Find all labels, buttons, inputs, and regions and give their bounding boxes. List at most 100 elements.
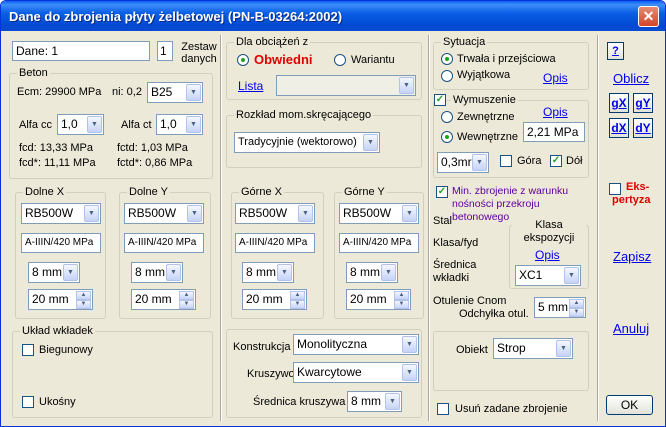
spin-down-icon[interactable]: ▼: [76, 300, 91, 309]
help-button[interactable]: ?: [607, 42, 624, 60]
obiekt-select[interactable]: Strop ▼: [493, 338, 573, 359]
separator-left: [220, 35, 222, 421]
gorne-y-cover-spinner[interactable]: 20 mm ▲ ▼: [346, 289, 411, 310]
chevron-down-icon[interactable]: ▼: [381, 264, 396, 281]
ekspertyza-label-2: pertyza: [612, 194, 651, 206]
chevron-down-icon[interactable]: ▼: [385, 393, 400, 410]
wariantu-radio[interactable]: [334, 54, 346, 66]
chevron-down-icon[interactable]: ▼: [84, 205, 99, 222]
chevron-down-icon[interactable]: ▼: [277, 264, 292, 281]
chevron-down-icon[interactable]: ▼: [87, 116, 102, 133]
dolne-x-diameter-select[interactable]: 8 mm ▼: [28, 262, 80, 283]
dolne-y-steel-select[interactable]: RB500W ▼: [124, 203, 204, 224]
spin-up-icon[interactable]: ▲: [290, 291, 305, 300]
dolne-x-steel-select[interactable]: RB500W ▼: [21, 203, 101, 224]
min-zbrojenie-checkbox[interactable]: ✓: [436, 186, 448, 198]
spin-up-icon[interactable]: ▲: [179, 291, 194, 300]
obwiedni-label: Obwiedni: [254, 52, 313, 67]
gorne-x-steel-select[interactable]: RB500W ▼: [235, 203, 315, 224]
oblicz-button[interactable]: Oblicz: [613, 71, 649, 86]
chevron-down-icon[interactable]: ▼: [166, 264, 181, 281]
ekspozycja-select[interactable]: XC1 ▼: [515, 265, 581, 286]
spin-down-icon[interactable]: ▼: [569, 308, 584, 317]
konstrukcja-select[interactable]: Monolityczna ▼: [293, 334, 419, 355]
gorne-x-cover-value: 20 mm: [246, 292, 283, 306]
chevron-down-icon[interactable]: ▼: [186, 84, 201, 101]
kruszywo-select[interactable]: Kwarcytowe ▼: [293, 362, 419, 383]
chevron-down-icon[interactable]: ▼: [186, 116, 201, 133]
wymuszenie-opis-link[interactable]: Opis: [543, 105, 568, 119]
lista-link[interactable]: Lista: [238, 79, 263, 93]
dy-button[interactable]: dY: [633, 118, 653, 138]
dolne-y-label: Dolne Y: [127, 186, 170, 198]
beton-class-select[interactable]: B25 ▼: [147, 82, 203, 103]
trwala-label: Trwała i przejściowa: [457, 53, 556, 65]
rozklad-select[interactable]: Tradycyjnie (wektorowo) ▼: [234, 132, 380, 153]
trwala-radio[interactable]: [441, 53, 453, 65]
ekspozycja-opis-link[interactable]: Opis: [535, 248, 560, 262]
dataset-count-input[interactable]: 1: [157, 41, 173, 61]
dolne-y-cover-spinner[interactable]: 20 mm ▲ ▼: [131, 289, 196, 310]
dolne-x-label: Dolne X: [23, 186, 67, 198]
wymuszenie-grubosc-select[interactable]: 0,3mr ▼: [437, 152, 489, 173]
dolne-y-diameter-select[interactable]: 8 mm ▼: [131, 262, 183, 283]
gorne-y-steel-select[interactable]: RB500W ▼: [339, 203, 419, 224]
spin-down-icon[interactable]: ▼: [290, 300, 305, 309]
wymuszenie-grubosc-value: 0,3mr: [441, 155, 472, 169]
chevron-down-icon[interactable]: ▼: [402, 364, 417, 381]
wyjatkowa-radio[interactable]: [441, 70, 453, 82]
alfa-cc-select[interactable]: 1,0 ▼: [57, 114, 104, 135]
spin-up-icon[interactable]: ▲: [76, 291, 91, 300]
obwiedni-radio[interactable]: [237, 54, 249, 66]
gx-button[interactable]: gX: [609, 93, 629, 113]
ecm-label: Ecm: 29900 MPa: [17, 86, 102, 98]
ok-button[interactable]: OK: [606, 395, 653, 415]
srednica-kruszywa-select[interactable]: 8 mm ▼: [347, 391, 402, 412]
chevron-down-icon[interactable]: ▼: [472, 154, 487, 171]
zewnetrzne-radio[interactable]: [441, 111, 453, 123]
spin-up-icon[interactable]: ▲: [569, 299, 584, 308]
srednica-kruszywa-label: Średnica kruszywa: [253, 396, 346, 408]
chevron-down-icon[interactable]: ▼: [402, 205, 417, 222]
dolne-x-cover-spinner[interactable]: 20 mm ▲ ▼: [28, 289, 93, 310]
biegunowy-checkbox[interactable]: [22, 344, 34, 356]
lista-select[interactable]: ▼: [276, 75, 416, 96]
chevron-down-icon[interactable]: ▼: [399, 77, 414, 94]
spin-down-icon[interactable]: ▼: [179, 300, 194, 309]
chevron-down-icon[interactable]: ▼: [363, 134, 378, 151]
ukosny-checkbox[interactable]: [22, 396, 34, 408]
wymuszenie-checkbox[interactable]: ✓: [434, 94, 446, 106]
gorne-x-cover-spinner[interactable]: 20 mm ▲ ▼: [242, 289, 307, 310]
wymuszenie-value-input[interactable]: 2,21 MPa: [523, 122, 585, 142]
spin-down-icon[interactable]: ▼: [394, 300, 409, 309]
ekspozycja-value: XC1: [519, 268, 543, 282]
chevron-down-icon[interactable]: ▼: [564, 267, 579, 284]
wewnetrzne-radio[interactable]: [441, 131, 453, 143]
dol-checkbox[interactable]: ✓: [550, 155, 562, 167]
anuluj-button[interactable]: Anuluj: [613, 321, 649, 336]
usun-zbrojenie-checkbox[interactable]: [437, 403, 449, 415]
dataset-name-input[interactable]: Dane: 1: [12, 41, 150, 61]
chevron-down-icon[interactable]: ▼: [298, 205, 313, 222]
gora-checkbox[interactable]: [500, 155, 512, 167]
close-button[interactable]: ✕: [638, 6, 659, 27]
dolne-x-steel-value: RB500W: [25, 206, 74, 220]
chevron-down-icon[interactable]: ▼: [187, 205, 202, 222]
zapisz-button[interactable]: Zapisz: [613, 249, 651, 264]
gorne-y-diameter-select[interactable]: 8 mm ▼: [346, 262, 398, 283]
gora-label: Góra: [517, 155, 542, 167]
rozklad-label: Rozkład mom.skręcającego: [234, 109, 374, 121]
wymuszenie-label: Wymuszenie: [451, 94, 518, 106]
spin-up-icon[interactable]: ▲: [394, 291, 409, 300]
chevron-down-icon[interactable]: ▼: [556, 340, 571, 357]
title-bar[interactable]: Dane do zbrojenia płyty żelbetowej (PN-B…: [1, 1, 665, 31]
chevron-down-icon[interactable]: ▼: [402, 336, 417, 353]
fctd-star-label: fctd*: 0,86 MPa: [117, 157, 193, 169]
dx-button[interactable]: dX: [609, 118, 629, 138]
gy-button[interactable]: gY: [633, 93, 653, 113]
alfa-ct-select[interactable]: 1,0 ▼: [156, 114, 203, 135]
odchylka-spinner[interactable]: 5 mm ▲ ▼: [534, 297, 586, 318]
gorne-x-diameter-select[interactable]: 8 mm ▼: [242, 262, 294, 283]
chevron-down-icon[interactable]: ▼: [63, 264, 78, 281]
sytuacja-opis-link[interactable]: Opis: [543, 71, 568, 85]
